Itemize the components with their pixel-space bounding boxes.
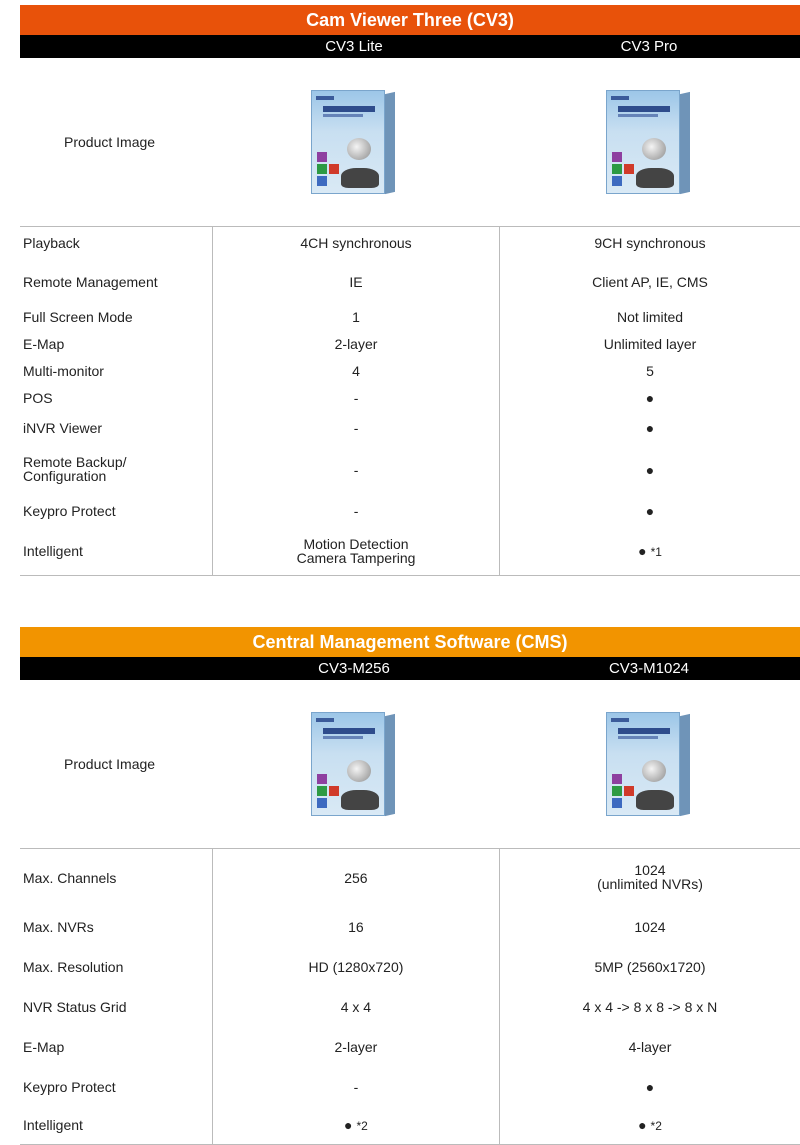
table-row: Remote Management IE Client AP, IE, CMS [20, 259, 800, 304]
table-row: Playback 4CH synchronous 9CH synchronous [20, 226, 800, 260]
table-row: Remote Backup/Configuration - ● [20, 444, 800, 495]
cv3-product-image-row: Product Image [20, 58, 800, 226]
cv3-m256-box-image [311, 712, 397, 817]
feature-dot: ● [499, 384, 800, 412]
feature-dot: ● [498, 1066, 800, 1107]
cms-title: Central Management Software (CMS) [20, 627, 800, 657]
cms-column-header: CV3-M256 CV3-M1024 [20, 657, 800, 680]
cv3-lite-box-image [311, 90, 397, 195]
table-row: Max. Resolution HD (1280x720) 5MP (2560x… [20, 946, 800, 987]
table-row: E-Map 2-layer 4-layer [20, 1026, 800, 1067]
cv3-spec-table: Playback 4CH synchronous 9CH synchronous… [20, 226, 800, 576]
col-cv3-lite: CV3 Lite [325, 38, 383, 55]
col-cv3-m256: CV3-M256 [318, 660, 390, 677]
table-row: NVR Status Grid 4 x 4 4 x 4 -> 8 x 8 -> … [20, 986, 800, 1027]
table-row: Full Screen Mode 1 Not limited [20, 303, 800, 331]
table-row: E-Map 2-layer Unlimited layer [20, 330, 800, 358]
feature-dot: ● [344, 1117, 353, 1134]
footnote-marker: *1 [650, 545, 662, 560]
cv3-section: Cam Viewer Three (CV3) CV3 Lite CV3 Pro … [20, 5, 800, 576]
cv3-column-header: CV3 Lite CV3 Pro [20, 35, 800, 58]
product-image-label: Product Image [64, 756, 156, 772]
footnote-marker: *2 [356, 1119, 368, 1134]
table-row: iNVR Viewer - ● [20, 411, 800, 445]
table-row: Intelligent ● *2 ● *2 [20, 1106, 800, 1145]
cms-product-image-row: Product Image [20, 680, 800, 848]
cv3-pro-box-image [606, 90, 692, 195]
cms-section: Central Management Software (CMS) CV3-M2… [20, 627, 800, 1145]
table-row: Max. Channels 256 1024 (unlimited NVRs) [20, 848, 800, 907]
table-row: POS - ● [20, 384, 800, 412]
col-cv3-pro: CV3 Pro [620, 38, 678, 55]
feature-dot: ● [638, 1117, 647, 1134]
feature-dot: ● [638, 543, 647, 560]
table-row: Max. NVRs 16 1024 [20, 906, 800, 947]
product-image-label: Product Image [64, 134, 156, 150]
cv3-m1024-box-image [606, 712, 692, 817]
table-row: Multi-monitor 4 5 [20, 357, 800, 385]
cv3-title: Cam Viewer Three (CV3) [20, 5, 800, 35]
feature-dot: ● [499, 494, 800, 528]
table-row: Keypro Protect - ● [20, 1066, 800, 1107]
table-row: Intelligent Motion Detection Camera Tampe… [20, 527, 800, 576]
feature-dot: ● [499, 444, 800, 495]
table-row: Keypro Protect - ● [20, 494, 800, 528]
feature-dot: ● [499, 411, 800, 445]
cms-spec-table: Max. Channels 256 1024 (unlimited NVRs) M… [20, 848, 800, 1145]
footnote-marker: *2 [650, 1119, 662, 1134]
col-cv3-m1024: CV3-M1024 [608, 660, 690, 677]
